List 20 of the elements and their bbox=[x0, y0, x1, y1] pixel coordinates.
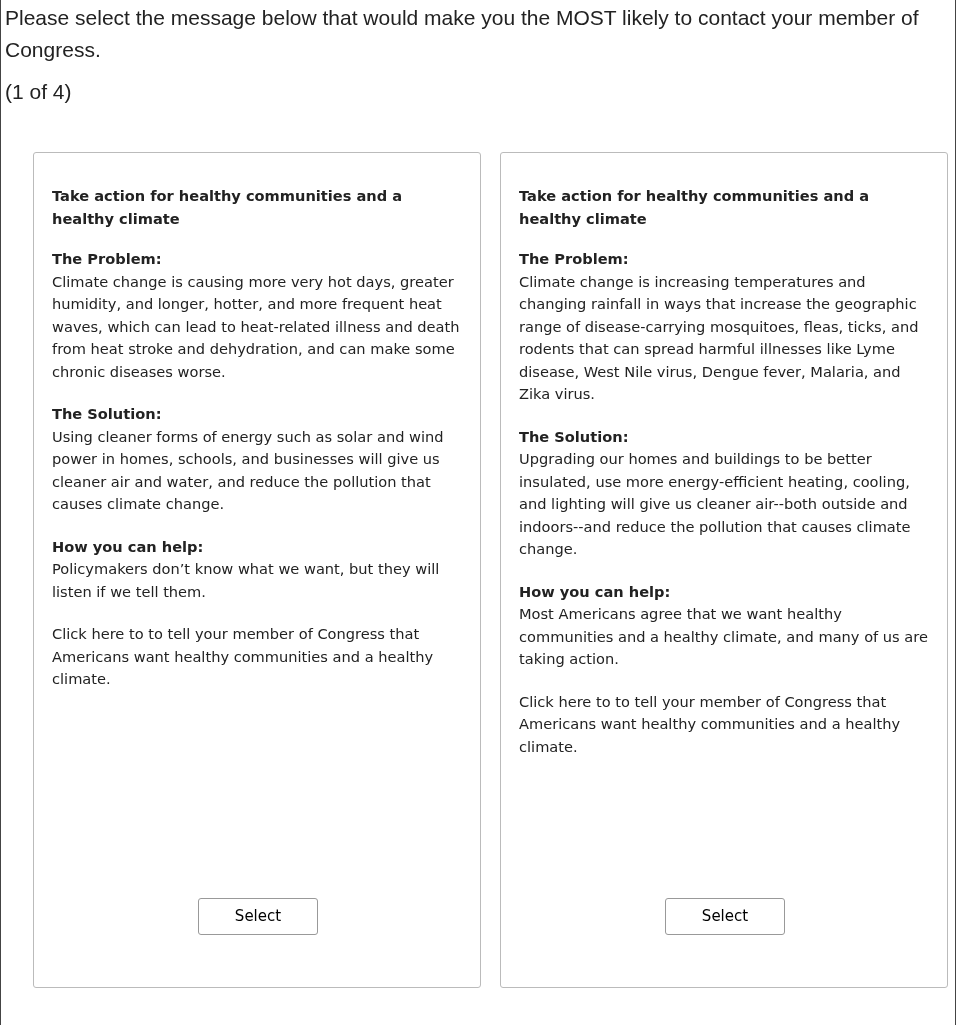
section-heading: How you can help: bbox=[52, 536, 205, 557]
section-text: Policymakers don’t know what we want, but they will listen if we tell them. bbox=[52, 559, 441, 602]
select-button[interactable]: Select bbox=[665, 898, 785, 935]
call-to-action-text: Click here to to tell your member of Congress that Americans want healthy communities and a healthy climate. bbox=[519, 691, 902, 757]
section-heading: The Problem: bbox=[519, 249, 630, 269]
section-heading: The Solution: bbox=[519, 426, 630, 447]
question-counter: (1 of 4) bbox=[5, 79, 73, 105]
section-text: Using cleaner forms of energy such as solar and wind power in homes, schools, and businesses will give us cleaner air and water, and reduce the pollution that causes climate change. bbox=[52, 426, 445, 514]
message-title: Take action for healthy communities and a healthy climate bbox=[519, 186, 871, 229]
call-to-action-text: Click here to to tell your member of Congress that Americans want healthy communities and a healthy climate. bbox=[52, 624, 435, 689]
section-text: Upgrading our homes and buildings to be better insulated, use more energy-efficient heating, cooling, and lighting will give us cleaner air--both outside and indoors--and reduce the pollution that causes climate change. bbox=[519, 449, 912, 559]
select-button[interactable]: Select bbox=[198, 898, 318, 935]
section-text: Climate change is causing more very hot days, greater humidity, and longer, hotter, and more frequent heat waves, which can lead to heat-related illness and death from heat stroke and dehydration, and can make some chronic diseases worse. bbox=[52, 271, 461, 382]
question-text: Please select the message below that would make you the MOST likely to contact your member of Congress. bbox=[5, 5, 920, 63]
section-heading: The Solution: bbox=[52, 404, 163, 424]
section-text: Climate change is increasing temperatures and changing rainfall in ways that increase the geographic range of disease-carrying mosquitoes, fleas, ticks, and rodents that can spread harmful illnesses like Lyme disease, West Nile virus, Dengue fever, Malaria, and Zika virus. bbox=[519, 271, 920, 404]
message-title: Take action for healthy communities and a healthy climate bbox=[52, 186, 404, 229]
section-heading: The Problem: bbox=[52, 249, 163, 269]
section-heading: How you can help: bbox=[519, 581, 672, 602]
section-text: Most Americans agree that we want healthy communities and a healthy climate, and many of us are taking action. bbox=[519, 604, 929, 669]
